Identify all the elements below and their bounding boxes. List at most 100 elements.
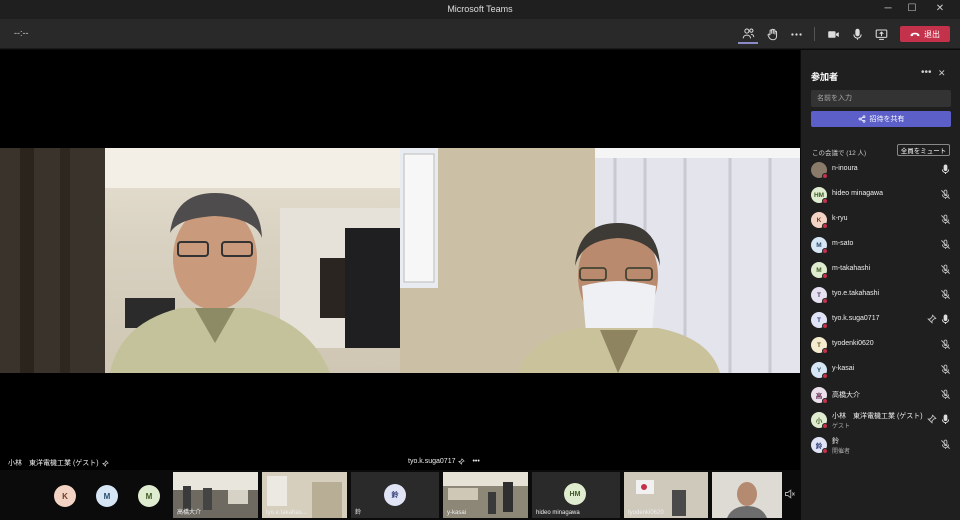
presence-status-icon <box>822 198 828 204</box>
tile-label-takahashi: 高橋大介 <box>177 510 202 516</box>
pin-icon[interactable] <box>927 414 937 424</box>
participant-name: k-ryu <box>832 215 848 222</box>
presence-status-icon <box>822 448 828 454</box>
pin-icon <box>458 458 466 465</box>
share-invite-button[interactable]: 招待を共有 <box>811 111 951 127</box>
participant-row[interactable]: 小小林 東洋電機工業 (ゲスト) ゲスト <box>801 408 960 432</box>
mute-all-button[interactable]: 全員をミュート <box>897 144 950 156</box>
participant-name: y-kasai <box>832 365 855 372</box>
participant-row[interactable]: Ttyo.e.takahashi <box>801 283 960 307</box>
participant-row[interactable]: Ttyo.k.suga0717 <box>801 308 960 332</box>
camera-icon <box>827 30 839 38</box>
microphone-button[interactable] <box>847 24 867 44</box>
raise-hand-button[interactable] <box>762 24 782 44</box>
tile-label-tyo-e: tyo.e.takahas... <box>266 510 307 516</box>
microphone-muted-icon[interactable] <box>940 214 951 225</box>
participant-row[interactable]: 高高橋大介 <box>801 383 960 407</box>
participant-name: m-sato <box>832 240 854 247</box>
filmstrip-tile-tyo-e[interactable]: tyo.e.takahas... <box>262 472 347 518</box>
meeting-toolbar: --:-- 退出 <box>0 19 960 49</box>
participant-row[interactable]: Kk-ryu <box>801 208 960 232</box>
video-frame-kobayashi <box>0 148 400 373</box>
microphone-icon[interactable] <box>940 314 951 325</box>
participant-row[interactable]: Ttyodenki0620 <box>801 333 960 357</box>
filmstrip-tile-tyodenki[interactable]: tyodenki0620 <box>624 472 708 518</box>
video-name-right: tyo.k.suga0717 <box>408 458 456 465</box>
panel-more-button[interactable]: ••• <box>921 67 932 78</box>
participant-name: 高橋大介 <box>832 392 860 399</box>
participant-name: n-inoura <box>832 165 858 172</box>
ellipsis-icon <box>790 32 802 36</box>
pin-icon[interactable] <box>927 314 937 324</box>
maximize-icon[interactable]: ☐ <box>902 1 922 17</box>
filmstrip-tile-suzu[interactable]: 鈴 鈴 <box>351 472 439 518</box>
hand-icon <box>767 28 777 40</box>
participant-row[interactable]: Yy-kasai <box>801 358 960 382</box>
presence-status-icon <box>822 173 828 179</box>
video-frame-suga <box>400 148 800 373</box>
share-invite-label: 招待を共有 <box>869 116 905 123</box>
microphone-muted-icon[interactable] <box>940 339 951 350</box>
share-screen-icon <box>875 29 887 40</box>
filmstrip-next-button[interactable] <box>784 488 796 500</box>
microphone-icon[interactable] <box>940 414 951 425</box>
participant-row[interactable]: Mm-sato <box>801 233 960 257</box>
participant-name: tyo.e.takahashi <box>832 290 880 297</box>
participant-row[interactable]: HM hideo minagawa <box>801 183 960 207</box>
video-label-left: 小林 東洋電機工業 (ゲスト) <box>8 458 109 468</box>
presence-status-icon <box>822 323 828 329</box>
microphone-muted-icon[interactable] <box>940 439 951 450</box>
participant-row[interactable]: Mm-takahashi <box>801 258 960 282</box>
microphone-muted-icon[interactable] <box>940 289 951 300</box>
tile-avatar-suzu: 鈴 <box>384 484 406 506</box>
share-icon <box>858 115 865 123</box>
presence-status-icon <box>822 398 828 404</box>
microphone-muted-icon[interactable] <box>940 239 951 250</box>
filmstrip-avatar-m1[interactable]: M <box>96 485 118 507</box>
title-bar: Microsoft Teams ─ ☐ ✕ <box>0 0 960 19</box>
camera-button[interactable] <box>823 24 843 44</box>
video-more-right[interactable]: ••• <box>472 458 479 465</box>
participant-row[interactable]: 鈴鈴開催者 <box>801 433 960 457</box>
presence-status-icon <box>822 298 828 304</box>
filmstrip-avatar-m2[interactable]: M <box>138 485 160 507</box>
microphone-icon <box>852 28 862 40</box>
microphone-muted-icon[interactable] <box>940 189 951 200</box>
video-label-right: tyo.k.suga0717 ••• <box>408 458 480 465</box>
close-icon[interactable]: ✕ <box>930 1 950 17</box>
tile-label-hideo: hideo minagawa <box>536 510 580 516</box>
tile-label-y-kasai: y-kasai <box>447 510 467 516</box>
video-feed-kobayashi[interactable] <box>0 148 400 373</box>
share-screen-button[interactable] <box>871 24 891 44</box>
microphone-muted-icon[interactable] <box>940 364 951 375</box>
presence-status-icon <box>822 373 828 379</box>
participants-button[interactable] <box>738 24 758 44</box>
participant-role: ゲスト <box>832 424 851 430</box>
person-video-thumb <box>712 472 782 518</box>
microphone-muted-icon[interactable] <box>940 389 951 400</box>
toolbar-divider <box>814 27 815 41</box>
participant-role: 開催者 <box>832 449 851 455</box>
tile-label-tyodenki: tyodenki0620 <box>628 510 664 516</box>
more-actions-button[interactable] <box>786 24 806 44</box>
panel-title: 参加者 <box>811 72 839 82</box>
filmstrip-tile-takahashi[interactable]: 高橋大介 <box>173 472 258 518</box>
filmstrip-tile-y-kasai[interactable]: y-kasai <box>443 472 528 518</box>
tile-label-suzu: 鈴 <box>355 510 362 516</box>
filmstrip-tile-hideo[interactable]: HM hideo minagawa <box>532 472 620 518</box>
presence-status-icon <box>822 423 828 429</box>
filmstrip-tile-man[interactable] <box>712 472 782 518</box>
minimize-icon[interactable]: ─ <box>878 1 898 17</box>
filmstrip-avatar-k[interactable]: K <box>54 485 76 507</box>
participant-search-input[interactable] <box>811 90 951 107</box>
leave-label: 退出 <box>924 29 940 39</box>
participant-row[interactable]: n-inoura <box>801 158 960 182</box>
meeting-timer: --:-- <box>14 28 29 38</box>
panel-close-button[interactable]: ✕ <box>938 68 946 79</box>
microphone-muted-icon[interactable] <box>940 264 951 275</box>
leave-button[interactable]: 退出 <box>900 26 950 42</box>
video-feed-suga[interactable] <box>400 148 800 373</box>
presence-status-icon <box>822 273 828 279</box>
participant-name: 鈴 <box>832 438 839 445</box>
microphone-icon[interactable] <box>940 164 951 175</box>
